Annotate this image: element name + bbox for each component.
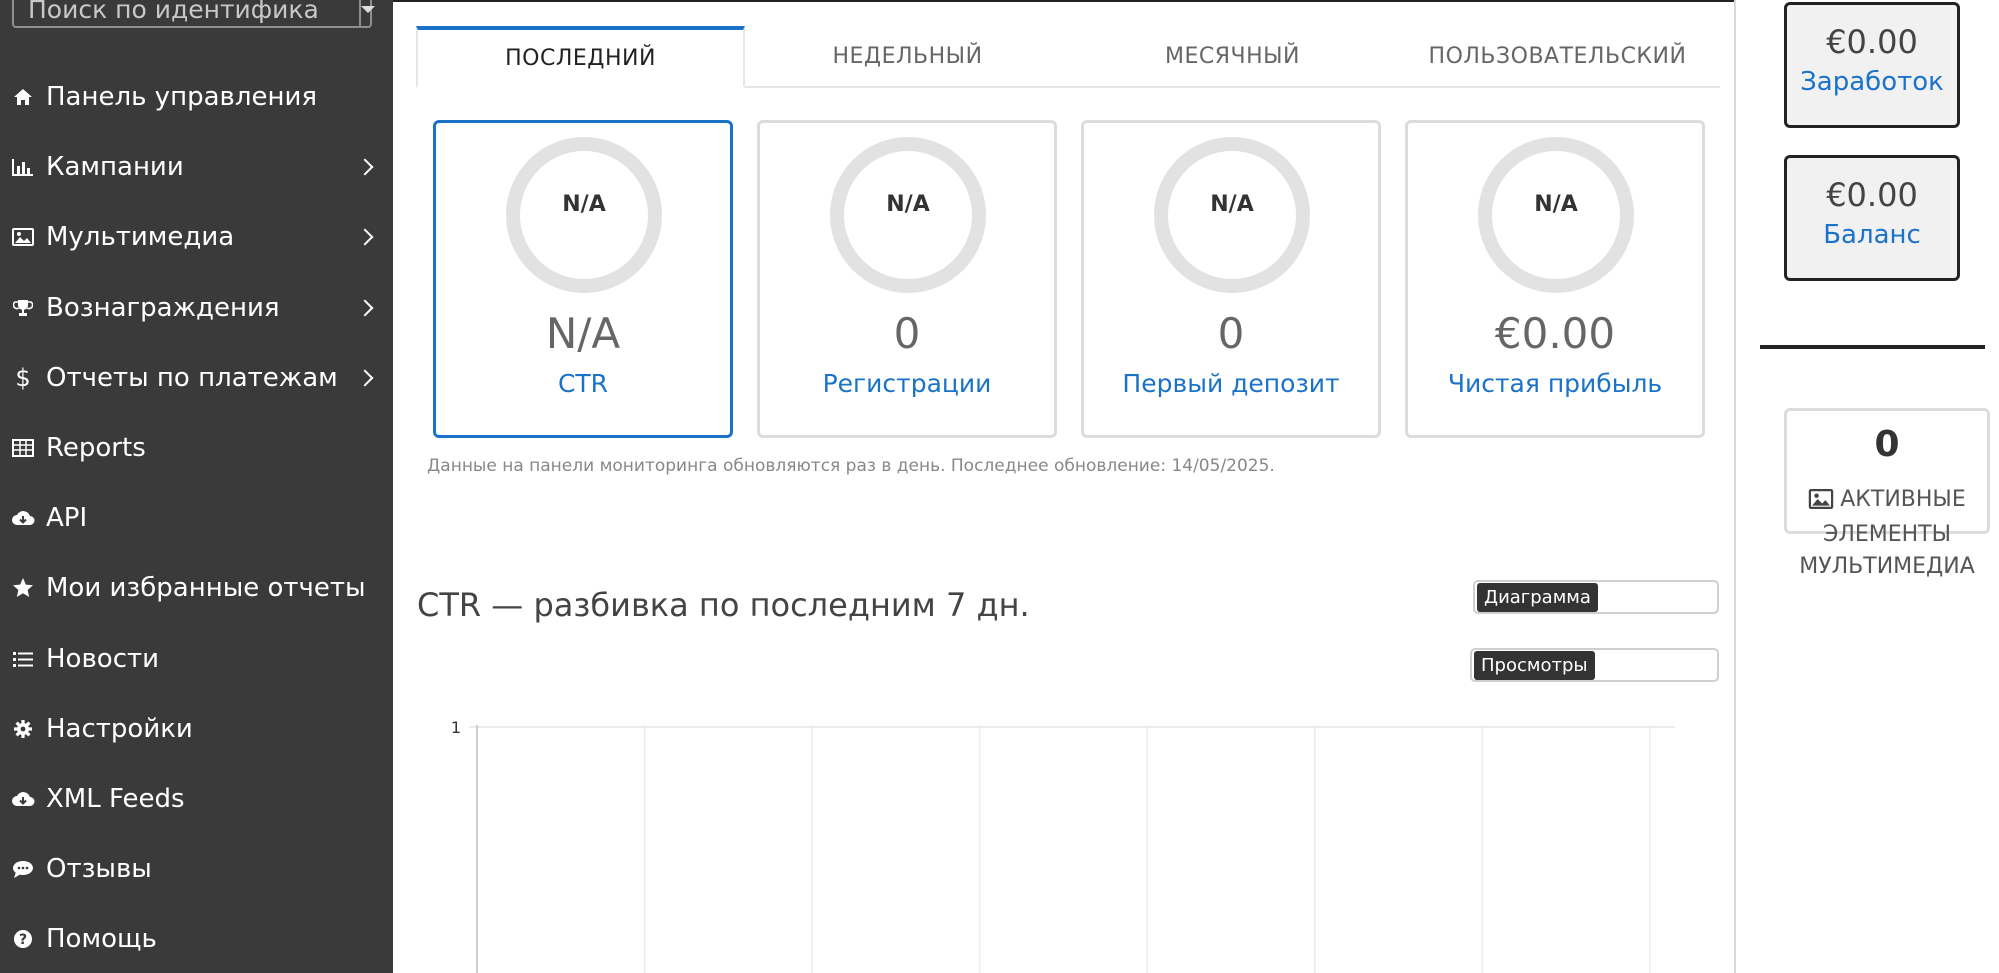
table-icon	[10, 435, 36, 461]
image-icon	[1808, 487, 1834, 519]
kpi-card-registrations[interactable]: N/A 0 Регистрации	[757, 120, 1057, 438]
kpi-ring-value: N/A	[1210, 191, 1254, 217]
chevron-right-icon	[356, 299, 374, 317]
chart-type-select[interactable]: Диаграмма	[1473, 580, 1719, 614]
kpi-value: 0	[1217, 309, 1245, 358]
tab-weekly[interactable]: НЕДЕЛЬНЫЙ	[745, 26, 1070, 86]
ctr-chart-svg: 1	[451, 718, 1675, 973]
sidebar-item-label: Настройки	[46, 713, 193, 744]
earnings-box[interactable]: €0.00 Заработок	[1784, 2, 1960, 128]
sidebar-item-news[interactable]: Новости	[0, 624, 393, 694]
update-note: Данные на панели мониторинга обновляются…	[427, 456, 1275, 476]
main-content: ПОСЛЕДНИЙ НЕДЕЛЬНЫЙ МЕСЯЧНЫЙ ПОЛЬЗОВАТЕЛ…	[393, 0, 1736, 973]
sidebar-item-label: Отзывы	[46, 854, 152, 885]
kpi-ring-value: N/A	[1534, 191, 1578, 217]
question-icon: ?	[10, 926, 36, 952]
kpi-value: N/A	[545, 309, 621, 358]
kpi-label: Регистрации	[822, 369, 992, 398]
kpi-ring-value: N/A	[886, 191, 930, 217]
kpi-ring: N/A	[1478, 137, 1634, 293]
chart-type-value: Диаграмма	[1477, 582, 1598, 612]
balance-amount: €0.00	[1826, 176, 1918, 214]
metric-value: Просмотры	[1474, 650, 1595, 680]
balance-box[interactable]: €0.00 Баланс	[1784, 155, 1960, 281]
y-tick-label: 1	[451, 718, 461, 737]
trophy-icon	[10, 295, 36, 321]
active-media-count: 0	[1874, 424, 1900, 465]
sidebar-item-label: Отчеты по платежам	[46, 362, 338, 393]
sidebar-item-xml-feeds[interactable]: XML Feeds	[0, 764, 393, 834]
sidebar-item-settings[interactable]: Настройки	[0, 694, 393, 764]
period-tabs: ПОСЛЕДНИЙ НЕДЕЛЬНЫЙ МЕСЯЧНЫЙ ПОЛЬЗОВАТЕЛ…	[416, 26, 1720, 88]
ctr-chart: 1	[433, 712, 1713, 973]
sidebar-nav: Панель управления Кампании Мультимедиа В…	[0, 62, 393, 973]
kpi-ring: N/A	[1154, 137, 1310, 293]
caret-down-icon	[361, 5, 375, 13]
sidebar-item-help[interactable]: ? Помощь	[0, 904, 393, 973]
tab-monthly[interactable]: МЕСЯЧНЫЙ	[1070, 26, 1395, 86]
sidebar-item-campaigns[interactable]: Кампании	[0, 132, 393, 202]
kpi-ring: N/A	[830, 137, 986, 293]
kpi-value: 0	[893, 309, 921, 358]
sidebar-item-label: Reports	[46, 433, 146, 464]
sidebar-item-label: API	[46, 503, 88, 534]
dollar-icon: $	[15, 363, 31, 392]
balance-label: Баланс	[1823, 220, 1921, 250]
kpi-card-net-profit[interactable]: N/A €0.00 Чистая прибыль	[1405, 120, 1705, 438]
sidebar: Панель управления Кампании Мультимедиа В…	[0, 0, 393, 973]
kpi-ring-value: N/A	[562, 191, 606, 217]
metric-select[interactable]: Просмотры	[1470, 648, 1719, 682]
kpi-card-first-deposit[interactable]: N/A 0 Первый депозит	[1081, 120, 1381, 438]
kpi-label: Первый депозит	[1122, 369, 1340, 398]
home-icon	[10, 84, 36, 110]
chart-title: CTR — разбивка по последним 7 дн.	[417, 586, 1030, 624]
sidebar-item-label: Панель управления	[46, 82, 317, 113]
section-divider	[1760, 345, 1985, 349]
tab-latest[interactable]: ПОСЛЕДНИЙ	[416, 26, 745, 88]
search-box	[12, 0, 375, 28]
sidebar-item-label: Помощь	[46, 924, 157, 955]
chevron-right-icon	[356, 228, 374, 246]
list-icon	[10, 646, 36, 672]
search-input[interactable]	[14, 0, 359, 26]
tab-custom[interactable]: ПОЛЬЗОВАТЕЛЬСКИЙ	[1395, 26, 1720, 86]
sidebar-item-rewards[interactable]: Вознаграждения	[0, 273, 393, 343]
active-media-label: АКТИВНЫЕ ЭЛЕМЕНТЫ МУЛЬТИМЕДИА	[1774, 484, 1999, 583]
kpi-ring: N/A	[506, 137, 662, 293]
sidebar-item-label: Мои избранные отчеты	[46, 573, 366, 604]
chart-grid	[469, 725, 1675, 973]
sidebar-item-label: Кампании	[46, 152, 184, 183]
sidebar-item-multimedia[interactable]: Мультимедиа	[0, 202, 393, 272]
column-divider	[1734, 0, 1736, 973]
sidebar-item-label: Вознаграждения	[46, 292, 280, 323]
chevron-right-icon	[356, 158, 374, 176]
sidebar-item-label: Мультимедиа	[46, 222, 235, 253]
image-icon	[10, 224, 36, 250]
kpi-label: Чистая прибыль	[1447, 369, 1663, 398]
kpi-card-ctr[interactable]: N/A N/A CTR	[433, 120, 733, 438]
kpi-cards: N/A N/A CTR N/A 0 Регистрации N/A 0 Перв…	[433, 120, 1723, 440]
bar-chart-icon	[10, 154, 36, 180]
sidebar-item-api[interactable]: API	[0, 483, 393, 553]
cloud-icon	[10, 505, 36, 531]
kpi-value: €0.00	[1494, 309, 1616, 358]
earnings-amount: €0.00	[1826, 23, 1918, 61]
cloud-icon	[10, 786, 36, 812]
search-dropdown-toggle[interactable]	[359, 0, 375, 26]
svg-text:?: ?	[19, 932, 27, 948]
earnings-label: Заработок	[1800, 67, 1944, 97]
sidebar-item-label: Новости	[46, 643, 160, 674]
comment-icon	[10, 856, 36, 882]
sidebar-item-favorite-reports[interactable]: Мои избранные отчеты	[0, 553, 393, 623]
chevron-right-icon	[356, 369, 374, 387]
star-icon	[10, 575, 36, 601]
kpi-label: CTR	[557, 369, 609, 398]
sidebar-item-label: XML Feeds	[46, 783, 185, 814]
gear-icon	[10, 716, 36, 742]
sidebar-item-reports[interactable]: Reports	[0, 413, 393, 483]
sidebar-item-dashboard[interactable]: Панель управления	[0, 62, 393, 132]
sidebar-item-reviews[interactable]: Отзывы	[0, 834, 393, 904]
sidebar-item-payment-reports[interactable]: $ Отчеты по платежам	[0, 343, 393, 413]
